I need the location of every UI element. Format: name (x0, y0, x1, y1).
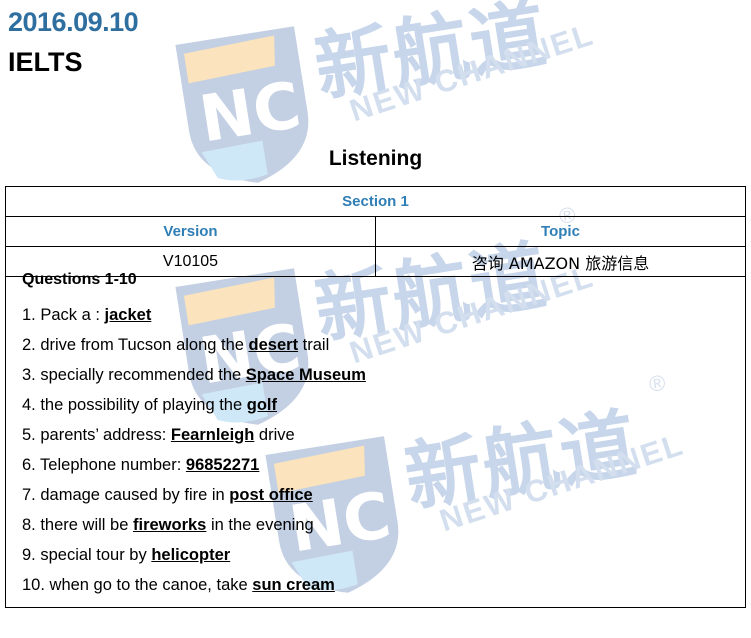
question-number: 8. (22, 516, 36, 534)
question-number: 7. (22, 486, 36, 504)
question-item: 2. drive from Tucson along the desert tr… (22, 330, 741, 360)
question-answer: sun cream (252, 576, 335, 594)
question-suffix: drive (254, 426, 295, 444)
exam-subject: IELTS (8, 47, 83, 77)
question-number: 4. (22, 396, 36, 414)
question-item: 5. parents’ address: Fearnleigh drive (22, 420, 741, 450)
questions-heading: Questions 1-10 (22, 271, 137, 288)
question-item: 3. specially recommended the Space Museu… (22, 360, 741, 390)
question-suffix: trail (298, 336, 330, 354)
question-item: 7. damage caused by fire in post office (22, 480, 741, 510)
question-number: 2. (22, 336, 36, 354)
page-title: Listening (328, 147, 423, 170)
question-prompt: there will be (35, 516, 133, 534)
question-suffix: in the evening (206, 516, 314, 534)
question-prompt: Pack a : (35, 306, 105, 324)
table-row-section: Section 1 (5, 186, 746, 217)
question-number: 3. (22, 366, 36, 384)
question-answer: helicopter (151, 546, 231, 564)
question-prompt: drive from Tucson along the (35, 336, 249, 354)
question-item: 1. Pack a : jacket (22, 300, 741, 330)
question-answer: fireworks (132, 516, 207, 534)
watermark-cn-text: 新航道 (308, 0, 554, 113)
column-header-topic: Topic (375, 216, 746, 247)
section-label-cell: Section 1 (5, 186, 746, 217)
watermark-en-text: NEW CHANNEL (345, 16, 599, 129)
column-header-version: Version (5, 216, 376, 247)
question-prompt: special tour by (35, 546, 152, 564)
question-prompt: damage caused by fire in (35, 486, 230, 504)
question-number: 6. (22, 456, 36, 474)
table-row-headers: Version Topic (5, 216, 746, 247)
questions-panel: Questions 1-10 1. Pack a : jacket 2. driv… (5, 268, 746, 608)
question-item: 6. Telephone number: 96852271 (22, 450, 741, 480)
question-item: 9. special tour by helicopter (22, 540, 741, 570)
section-info-table: Section 1 Version Topic V10105 咨询 AMAZON… (5, 186, 746, 277)
question-prompt: the possibility of playing the (35, 396, 247, 414)
question-answer: golf (246, 396, 277, 414)
exam-date: 2016.09.10 (8, 7, 139, 37)
question-prompt: when go to the canoe, take (44, 576, 253, 594)
question-number: 10. (22, 576, 45, 594)
question-answer: Space Museum (245, 366, 366, 384)
question-prompt: parents’ address: (35, 426, 171, 444)
question-answer: post office (229, 486, 313, 504)
question-answer: 96852271 (185, 456, 260, 474)
question-prompt: Telephone number: (35, 456, 186, 474)
svg-text:NC: NC (195, 69, 306, 158)
question-number: 9. (22, 546, 36, 564)
question-number: 5. (22, 426, 36, 444)
question-item: 4. the possibility of playing the golf (22, 390, 741, 420)
question-answer: jacket (104, 306, 152, 324)
question-prompt: specially recommended the (35, 366, 246, 384)
questions-list: 1. Pack a : jacket 2. drive from Tucson a… (22, 300, 741, 600)
question-number: 1. (22, 306, 36, 324)
question-item: 10. when go to the canoe, take sun cream (22, 570, 741, 600)
question-item: 8. there will be fireworks in the evenin… (22, 510, 741, 540)
question-answer: desert (248, 336, 299, 354)
question-answer: Fearnleigh (170, 426, 255, 444)
